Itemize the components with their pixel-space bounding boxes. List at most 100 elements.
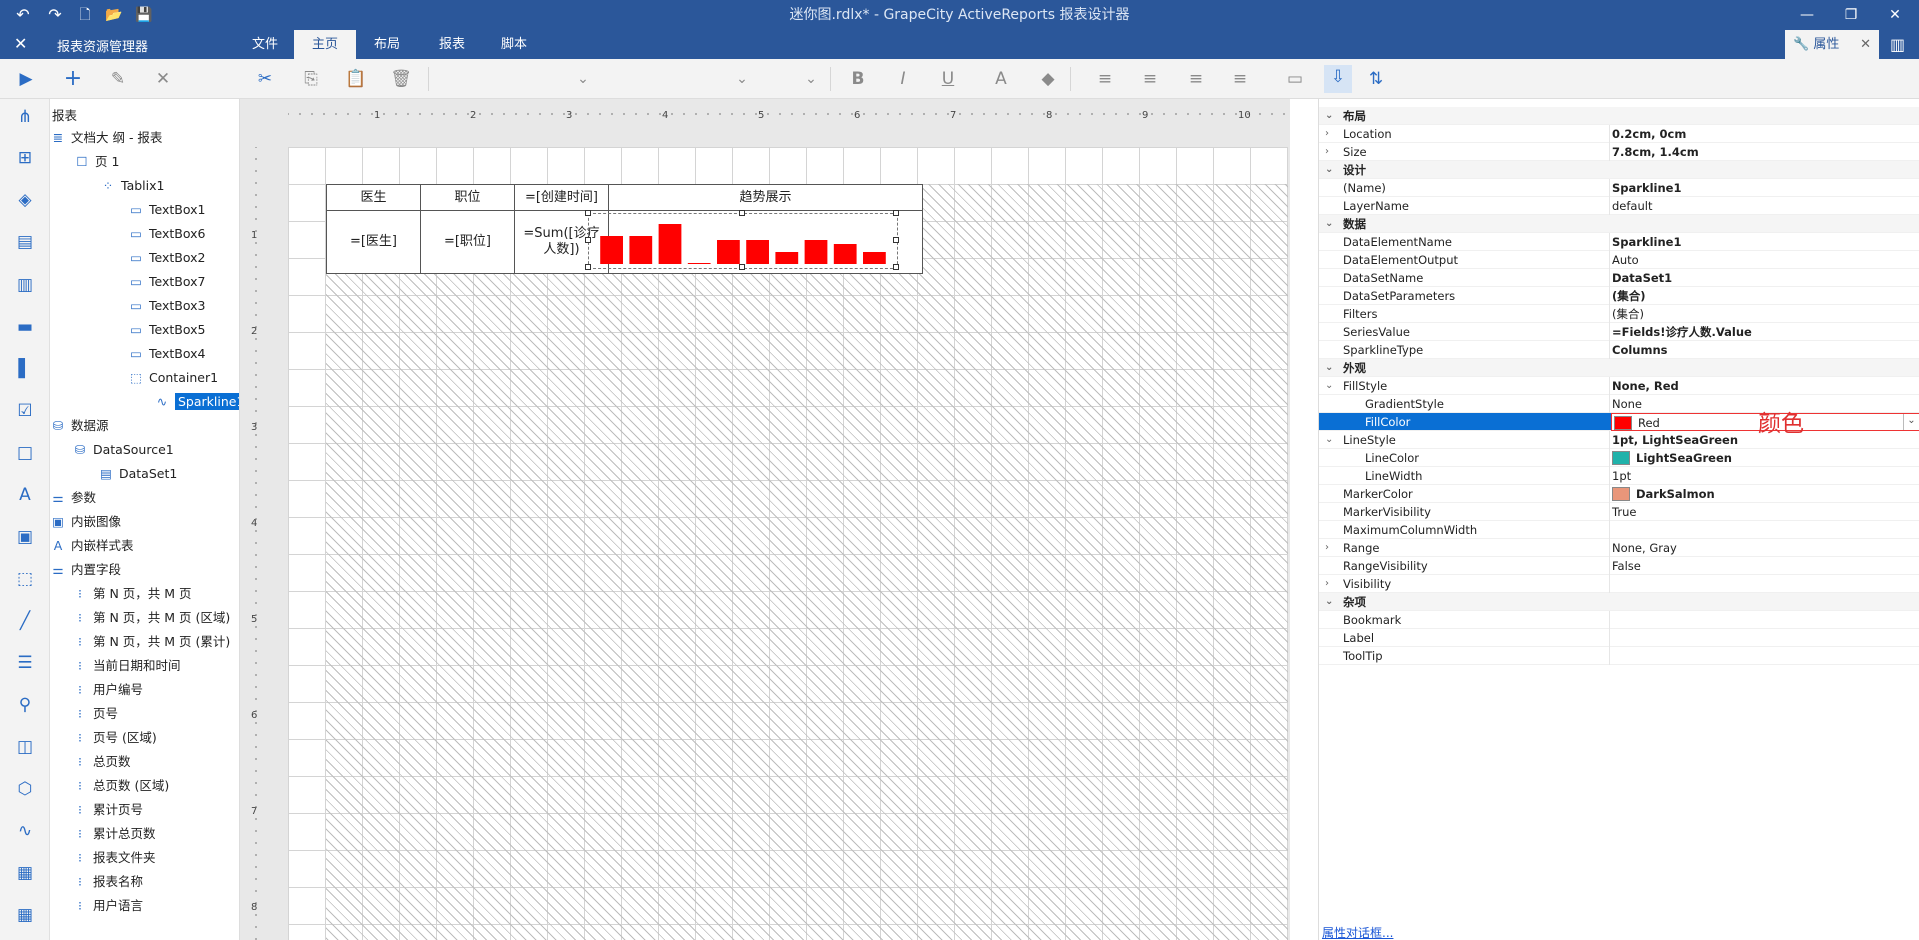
collapse-icon[interactable]: ⌄ bbox=[1325, 107, 1333, 125]
panel-toggle-icon[interactable]: ▥ bbox=[1890, 35, 1905, 54]
tree-node-field[interactable]: ⁝ 页号 bbox=[72, 703, 118, 725]
category-appearance[interactable]: ⌄ 外观 bbox=[1319, 359, 1919, 377]
fill-color-button[interactable]: ◆ bbox=[1036, 67, 1060, 91]
property-row-fillcolor[interactable]: FillColor Red ⌄ bbox=[1319, 413, 1919, 431]
style-dropdown[interactable]: ⌄ bbox=[730, 67, 754, 91]
tree-node-field[interactable]: ⁝ 总页数 bbox=[72, 751, 131, 773]
color-dropdown-icon[interactable]: ⌄ bbox=[1903, 414, 1919, 430]
tab-script[interactable]: 脚本 bbox=[492, 30, 536, 59]
paste-icon[interactable]: 📋 bbox=[344, 67, 368, 91]
tree-node-field[interactable]: ⁝ 用户语言 bbox=[72, 895, 143, 917]
list-icon[interactable]: ☰ bbox=[13, 651, 37, 675]
resize-handle[interactable] bbox=[585, 237, 591, 243]
tree-node-field[interactable]: ⁝ 第 N 页，共 M 页 (区域) bbox=[72, 607, 230, 629]
collapse-icon[interactable]: ⌄ bbox=[1325, 215, 1333, 233]
hierarchy-icon[interactable]: ⋔ bbox=[13, 105, 37, 129]
sparkline1[interactable] bbox=[585, 210, 899, 270]
tree-node-images[interactable]: ▣ 内嵌图像 bbox=[50, 511, 121, 533]
tab-report[interactable]: 报表 bbox=[430, 30, 474, 59]
detail-cell[interactable]: =[医生] bbox=[327, 211, 421, 273]
property-row[interactable]: DataElementOutput Auto bbox=[1319, 251, 1919, 269]
tree-node-styles[interactable]: A 内嵌样式表 bbox=[50, 535, 134, 557]
fillcolor-input[interactable]: Red bbox=[1638, 416, 1660, 430]
expand-icon[interactable]: › bbox=[1325, 143, 1329, 161]
tree-node-container[interactable]: ⬚ Container1 bbox=[128, 367, 218, 389]
align-right-button[interactable]: ≡ bbox=[1184, 67, 1208, 91]
collapse-icon[interactable]: ⌄ bbox=[1325, 161, 1333, 179]
category-design[interactable]: ⌄ 设计 bbox=[1319, 161, 1919, 179]
collapse-icon[interactable]: ⌄ bbox=[1325, 593, 1333, 611]
align-left-button[interactable]: ≡ bbox=[1093, 67, 1117, 91]
property-row[interactable]: RangeVisibility False bbox=[1319, 557, 1919, 575]
bold-button[interactable]: B bbox=[846, 67, 870, 91]
tab-layout[interactable]: 布局 bbox=[365, 30, 409, 59]
tree-node-textbox[interactable]: ▭ TextBox3 bbox=[128, 295, 205, 317]
run-icon[interactable]: ▶ bbox=[14, 67, 38, 91]
property-row[interactable]: GradientStyle None bbox=[1319, 395, 1919, 413]
tree-node-textbox[interactable]: ▭ TextBox7 bbox=[128, 271, 205, 293]
tree-node-field[interactable]: ⁝ 累计总页数 bbox=[72, 823, 156, 845]
property-row[interactable]: MarkerVisibility True bbox=[1319, 503, 1919, 521]
sort-alpha-icon[interactable]: ⇅ bbox=[1364, 67, 1388, 91]
tree-node-parameters[interactable]: ⚌ 参数 bbox=[50, 487, 96, 509]
detail-cell[interactable]: =[职位] bbox=[421, 211, 515, 273]
tree-node-datasources[interactable]: ⛁ 数据源 bbox=[50, 415, 109, 437]
copy-icon[interactable]: ⎘ bbox=[299, 67, 323, 91]
tab-properties[interactable]: 🔧 属性 ✕ bbox=[1785, 30, 1879, 59]
sort-categorized-icon[interactable]: ⇩ bbox=[1324, 65, 1352, 93]
property-row[interactable]: DataSetParameters (集合) bbox=[1319, 287, 1919, 305]
overflow-icon[interactable]: ◫ bbox=[13, 735, 37, 759]
property-row[interactable]: › Visibility bbox=[1319, 575, 1919, 593]
header-cell[interactable]: 趋势展示 bbox=[609, 185, 922, 211]
property-row[interactable]: (Name) Sparkline1 bbox=[1319, 179, 1919, 197]
property-row[interactable]: › Location 0.2cm, 0cm bbox=[1319, 125, 1919, 143]
tree-node-report[interactable]: 报表 bbox=[52, 105, 77, 127]
property-row[interactable]: ToolTip bbox=[1319, 647, 1919, 665]
tree-node-field[interactable]: ⁝ 总页数 (区域) bbox=[72, 775, 169, 797]
property-row[interactable]: Filters (集合) bbox=[1319, 305, 1919, 323]
tree-node-textbox[interactable]: ▭ TextBox4 bbox=[128, 343, 205, 365]
report-page-canvas[interactable]: 医生 职位 =[创建时间] 趋势展示 =[医生] =[职位] =Sum([诊疗人… bbox=[288, 147, 1288, 940]
header-cell[interactable]: 职位 bbox=[421, 185, 515, 211]
tree-node-field[interactable]: ⁝ 累计页号 bbox=[72, 799, 143, 821]
cut-icon[interactable]: ✂ bbox=[253, 67, 277, 91]
property-row[interactable]: DataElementName Sparkline1 bbox=[1319, 233, 1919, 251]
italic-button[interactable]: I bbox=[891, 67, 915, 91]
sparkline-icon[interactable]: ∿ bbox=[13, 819, 37, 843]
tab-file[interactable]: 文件 bbox=[243, 30, 287, 59]
header-cell[interactable]: 医生 bbox=[327, 185, 421, 211]
barcode-icon[interactable]: ▥ bbox=[13, 273, 37, 297]
align-center-button[interactable]: ≡ bbox=[1138, 67, 1162, 91]
tree-node-sparkline[interactable]: ∿ Sparkline1 bbox=[154, 391, 239, 413]
tree-node-textbox[interactable]: ▭ TextBox1 bbox=[128, 199, 205, 221]
tree-node-textbox[interactable]: ▭ TextBox2 bbox=[128, 247, 205, 269]
delete-icon[interactable]: 🗑 bbox=[389, 67, 413, 91]
category-layout[interactable]: ⌄ 布局 bbox=[1319, 107, 1919, 125]
tree-node-page[interactable]: ☐ 页 1 bbox=[74, 151, 119, 173]
close-properties-icon[interactable]: ✕ bbox=[1860, 30, 1871, 59]
collapse-icon[interactable]: ⌄ bbox=[1325, 377, 1333, 395]
expand-icon[interactable]: › bbox=[1325, 539, 1329, 557]
category-data[interactable]: ⌄ 数据 bbox=[1319, 215, 1919, 233]
resize-handle[interactable] bbox=[893, 264, 899, 270]
tree-node-dataset[interactable]: ▤ DataSet1 bbox=[98, 463, 177, 485]
collapse-icon[interactable]: ⌄ bbox=[1325, 431, 1333, 449]
property-row[interactable]: LayerName default bbox=[1319, 197, 1919, 215]
property-dialog-link[interactable]: 属性对话框... bbox=[1322, 924, 1393, 940]
resize-handle[interactable] bbox=[739, 264, 745, 270]
property-row[interactable]: Label bbox=[1319, 629, 1919, 647]
property-row[interactable]: Bookmark bbox=[1319, 611, 1919, 629]
restore-button[interactable]: ❐ bbox=[1831, 0, 1871, 30]
property-row[interactable]: ⌄ LineStyle 1pt, LightSeaGreen bbox=[1319, 431, 1919, 449]
bullet-icon[interactable]: ▬ bbox=[13, 315, 37, 339]
category-misc[interactable]: ⌄ 杂项 bbox=[1319, 593, 1919, 611]
tree-node-textbox[interactable]: ▭ TextBox6 bbox=[128, 223, 205, 245]
tablix-icon[interactable]: ▦ bbox=[13, 903, 37, 927]
tree-node-field[interactable]: ⁝ 用户编号 bbox=[72, 679, 143, 701]
line-icon[interactable]: ╱ bbox=[13, 609, 37, 633]
font-color-button[interactable]: A bbox=[989, 67, 1013, 91]
delete-node-icon[interactable]: ✕ bbox=[151, 67, 175, 91]
expand-icon[interactable]: › bbox=[1325, 575, 1329, 593]
size-dropdown[interactable]: ⌄ bbox=[799, 67, 823, 91]
textbox-icon[interactable]: A bbox=[13, 483, 37, 507]
